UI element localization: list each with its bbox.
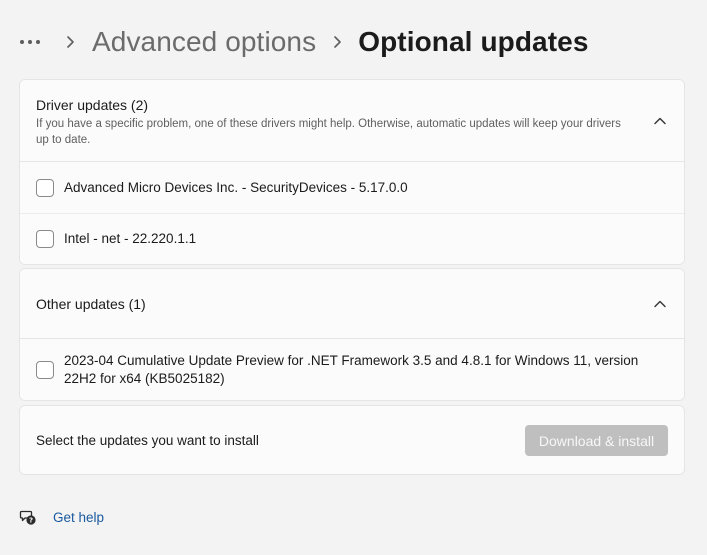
ellipsis-icon[interactable] bbox=[20, 22, 48, 62]
install-prompt: Select the updates you want to install bbox=[36, 432, 259, 448]
download-install-button[interactable]: Download & install bbox=[525, 425, 668, 456]
breadcrumb: Advanced options Optional updates bbox=[20, 22, 589, 62]
breadcrumb-advanced-options[interactable]: Advanced options bbox=[92, 26, 316, 58]
driver-updates-description: If you have a specific problem, one of t… bbox=[36, 118, 621, 146]
other-updates-header[interactable]: Other updates (1) bbox=[20, 269, 684, 339]
help-chat-icon: ? bbox=[19, 508, 37, 526]
driver-label: Advanced Micro Devices Inc. - SecurityDe… bbox=[64, 179, 408, 195]
chevron-right-icon bbox=[316, 22, 358, 62]
driver-updates-header[interactable]: Driver updates (2) If you have a specifi… bbox=[20, 80, 684, 162]
install-section: Select the updates you want to install D… bbox=[19, 405, 685, 475]
svg-text:?: ? bbox=[29, 516, 33, 524]
update-checkbox-dotnet[interactable] bbox=[36, 361, 54, 379]
driver-updates-section: Driver updates (2) If you have a specifi… bbox=[19, 79, 685, 265]
other-updates-section: Other updates (1) 2023-04 Cumulative Upd… bbox=[19, 268, 685, 401]
chevron-up-icon[interactable] bbox=[652, 296, 668, 312]
get-help-link[interactable]: ? Get help bbox=[19, 508, 104, 526]
driver-label: Intel - net - 22.220.1.1 bbox=[64, 231, 197, 246]
optional-updates-page: Advanced options Optional updates Driver… bbox=[0, 0, 707, 555]
list-item[interactable]: 2023-04 Cumulative Update Preview for .N… bbox=[20, 339, 684, 400]
chevron-right-icon bbox=[48, 22, 92, 62]
update-label: 2023-04 Cumulative Update Preview for .N… bbox=[64, 353, 639, 386]
driver-checkbox-intel[interactable] bbox=[36, 230, 54, 248]
driver-updates-title: Driver updates (2) bbox=[36, 97, 149, 113]
chevron-up-icon[interactable] bbox=[652, 113, 668, 129]
list-item[interactable]: Advanced Micro Devices Inc. - SecurityDe… bbox=[20, 162, 684, 213]
driver-checkbox-amd[interactable] bbox=[36, 178, 54, 197]
list-item[interactable]: Intel - net - 22.220.1.1 bbox=[20, 213, 684, 264]
page-title: Optional updates bbox=[358, 26, 589, 57]
other-updates-title: Other updates (1) bbox=[36, 295, 146, 312]
get-help-label: Get help bbox=[53, 509, 105, 525]
